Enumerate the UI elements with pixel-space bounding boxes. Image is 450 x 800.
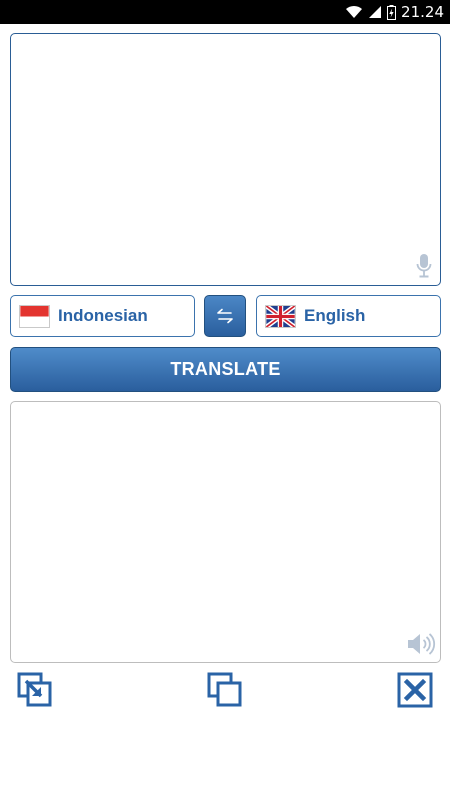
flag-uk-icon xyxy=(265,304,296,328)
swap-languages-button[interactable] xyxy=(204,295,246,337)
microphone-icon[interactable] xyxy=(416,253,432,279)
status-bar: 21.24 xyxy=(0,0,450,24)
speaker-icon[interactable] xyxy=(406,632,436,656)
share-icon[interactable] xyxy=(17,672,53,708)
signal-icon xyxy=(369,6,382,18)
swap-arrows-icon xyxy=(217,308,233,324)
source-language-label: Indonesian xyxy=(58,306,148,325)
status-clock: 21.24 xyxy=(401,3,444,21)
source-language-button[interactable]: Indonesian xyxy=(10,295,195,337)
target-language-button[interactable]: English xyxy=(256,295,441,337)
translate-button[interactable]: TRANSLATE xyxy=(10,347,441,392)
flag-indonesia-icon xyxy=(19,304,50,328)
battery-icon xyxy=(387,4,397,20)
copy-icon[interactable] xyxy=(207,672,243,708)
translation-output[interactable] xyxy=(10,401,441,663)
target-language-label: English xyxy=(304,306,366,325)
wifi-icon xyxy=(346,5,363,18)
clear-icon[interactable] xyxy=(397,672,433,708)
translate-button-label: TRANSLATE xyxy=(170,359,281,379)
source-text-input[interactable] xyxy=(10,33,441,286)
